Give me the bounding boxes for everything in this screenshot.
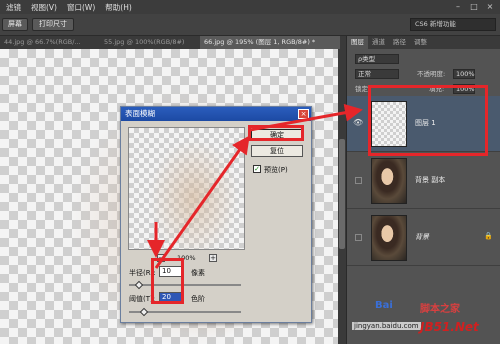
- preview-pane[interactable]: [128, 127, 245, 250]
- menu-window[interactable]: 窗口(W): [67, 2, 95, 13]
- tab-adjustments[interactable]: 调整: [410, 36, 431, 49]
- kind-filter-select[interactable]: ρ类型: [355, 54, 399, 64]
- scrollbar-thumb[interactable]: [339, 139, 345, 249]
- ok-highlight-box: [248, 125, 304, 141]
- threshold-slider[interactable]: [129, 307, 241, 317]
- canvas-scrollbar[interactable]: [338, 49, 346, 344]
- print-size-button[interactable]: 打印尺寸: [32, 18, 74, 31]
- layer-thumbnail: [371, 158, 407, 204]
- minimize-button[interactable]: –: [452, 1, 464, 12]
- menu-filter[interactable]: 滤镜: [6, 2, 21, 13]
- maximize-button[interactable]: □: [468, 1, 480, 12]
- opacity-input[interactable]: 100%: [453, 69, 475, 79]
- tab-channels[interactable]: 通道: [368, 36, 389, 49]
- tab-layers[interactable]: 图层: [347, 36, 368, 49]
- eye-icon[interactable]: 👁: [353, 118, 363, 128]
- layers-panel: 图层 通道 路径 调整 ρ类型 正常 不透明度: 100% 锁定: 填充: 10…: [346, 36, 500, 344]
- close-window-button[interactable]: ×: [484, 1, 496, 12]
- visibility-toggle[interactable]: [355, 177, 362, 184]
- lock-icon: 🔒: [484, 232, 493, 240]
- watermark-baidu: Bai: [375, 300, 393, 311]
- options-bar: 屏幕 打印尺寸 CS6 新增功能: [0, 14, 500, 36]
- kind-filter-row: ρ类型: [347, 53, 500, 66]
- preview-image: [149, 138, 239, 249]
- watermark-jb51-cn: 脚本之家: [420, 304, 460, 315]
- radius-unit: 像素: [191, 269, 205, 277]
- layer-row-bg[interactable]: 背景 🔒: [347, 210, 500, 266]
- threshold-unit: 色阶: [191, 295, 205, 303]
- menu-view[interactable]: 视图(V): [31, 2, 57, 13]
- opacity-label: 不透明度:: [417, 70, 446, 78]
- preview-label: 预览(P): [264, 166, 288, 174]
- blend-mode-select[interactable]: 正常: [355, 69, 399, 79]
- radius-slider[interactable]: [129, 280, 241, 290]
- layer-row-bg-copy[interactable]: 背景 副本: [347, 153, 500, 209]
- tab-44[interactable]: 44.jpg @ 66.7%(RGB/...: [0, 36, 94, 49]
- visibility-toggle[interactable]: [355, 234, 362, 241]
- layer-name: 背景: [415, 233, 429, 241]
- dialog-title: 表面模糊: [121, 107, 311, 121]
- tab-66[interactable]: 66.jpg @ 195% (图层 1, RGB/8#) *: [200, 36, 340, 49]
- workspace-select[interactable]: CS6 新增功能: [410, 18, 496, 31]
- menu-help[interactable]: 帮助(H): [105, 2, 132, 13]
- watermark-url: jingyan.baidu.com: [352, 322, 421, 330]
- panel-tabs: 图层 通道 路径 调整: [347, 36, 500, 49]
- radius-slider-knob[interactable]: [134, 280, 144, 290]
- document-tabs: 44.jpg @ 66.7%(RGB/... 55.jpg @ 100%(RGB…: [0, 36, 346, 49]
- close-icon[interactable]: ×: [298, 109, 309, 119]
- layer-name: 背景 副本: [415, 176, 446, 184]
- blend-row: 正常 不透明度: 100%: [347, 68, 500, 81]
- screen-mode-button[interactable]: 屏幕: [2, 18, 28, 31]
- threshold-slider-knob[interactable]: [139, 307, 149, 317]
- layer-highlight-box: [368, 85, 488, 156]
- layer-thumbnail: [371, 215, 407, 261]
- menu-bar: 滤镜 视图(V) 窗口(W) 帮助(H): [0, 0, 500, 14]
- watermark-jb51: JB51.Net: [420, 320, 479, 334]
- tab-paths[interactable]: 路径: [389, 36, 410, 49]
- reset-button[interactable]: 复位: [251, 145, 303, 157]
- zoom-in-button[interactable]: +: [209, 254, 217, 262]
- params-highlight-box: [151, 258, 184, 304]
- preview-checkbox[interactable]: ✓: [253, 165, 261, 173]
- tab-55[interactable]: 55.jpg @ 100%(RGB/8#): [100, 36, 196, 49]
